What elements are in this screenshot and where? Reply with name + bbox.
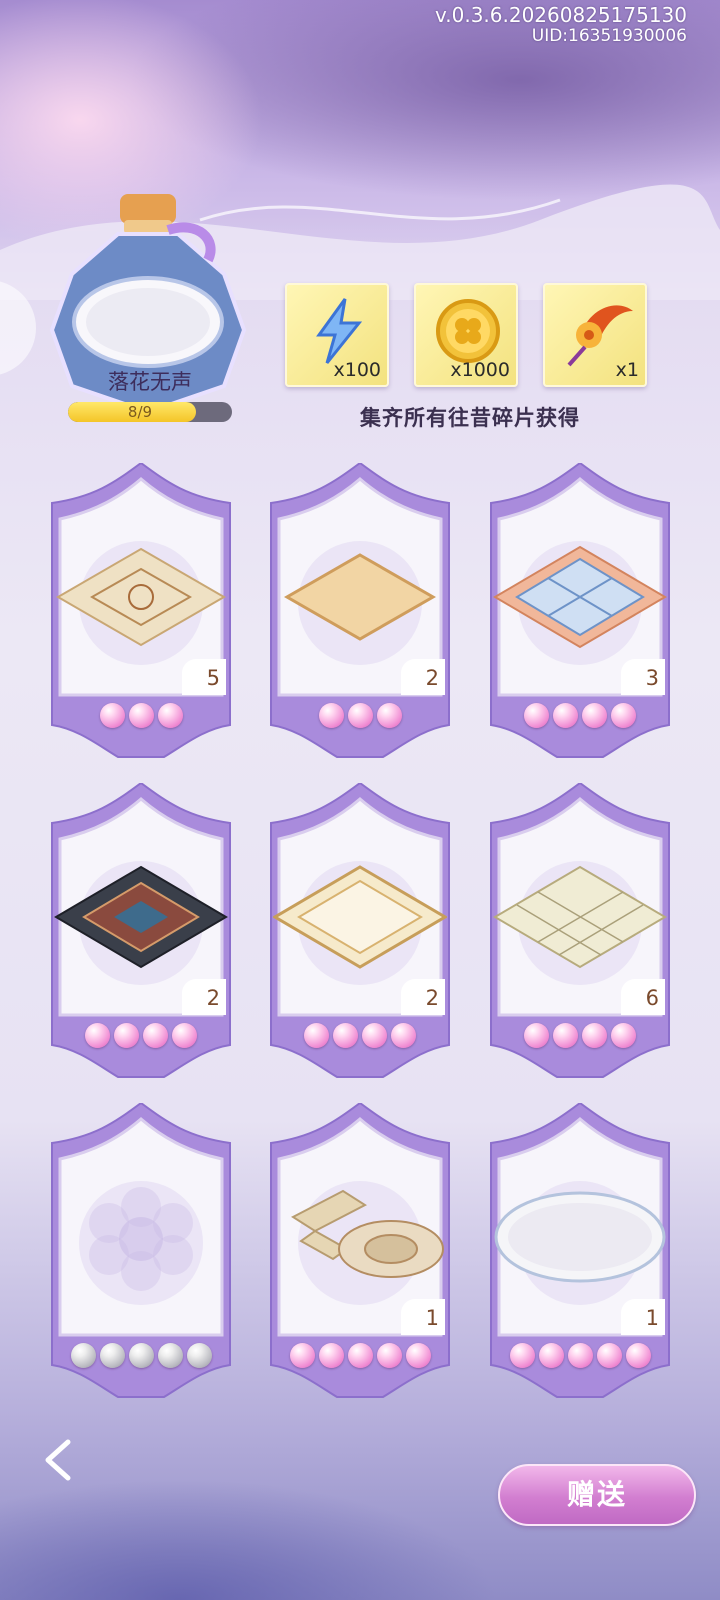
- collection-name: 落花无声: [108, 370, 192, 394]
- pearl-icon: [304, 1023, 329, 1048]
- persian-dark-rug-icon: [54, 865, 228, 969]
- fragment-card[interactable]: 2: [44, 783, 238, 1083]
- fragment-count-badge: 2: [401, 979, 445, 1015]
- pearl-rating: [483, 703, 677, 733]
- fragment-count-badge: 6: [621, 979, 665, 1015]
- pearl-icon: [524, 703, 549, 728]
- pearl-icon: [157, 703, 183, 728]
- fragment-count-badge: 1: [401, 1299, 445, 1335]
- pearl-icon: [391, 1023, 416, 1048]
- reward-coin[interactable]: x1000: [414, 283, 518, 387]
- pearl-icon: [128, 703, 154, 728]
- fragment-count-badge: 1: [621, 1299, 665, 1335]
- fragment-card[interactable]: 1: [263, 1103, 457, 1403]
- fragment-card[interactable]: 1: [483, 1103, 677, 1403]
- pearl-icon: [70, 1343, 96, 1368]
- progress-text: 8/9: [127, 403, 153, 421]
- pearl-rating: [44, 1023, 238, 1053]
- pearl-icon: [582, 1023, 607, 1048]
- cream-ornate-rug-icon: [273, 865, 447, 969]
- fragment-card[interactable]: 2: [263, 783, 457, 1083]
- pearl-icon: [362, 1023, 387, 1048]
- flower-hair-ornament-icon: [567, 305, 633, 367]
- pearl-icon: [567, 1343, 593, 1368]
- blue-tile-rug-icon: [493, 545, 667, 649]
- pearl-icon: [509, 1343, 535, 1368]
- reward-ornament[interactable]: x1: [543, 283, 647, 387]
- fragment-card[interactable]: 2: [263, 463, 457, 763]
- pearl-icon: [376, 1343, 402, 1368]
- round-petal-rug-icon: [494, 1191, 666, 1283]
- pearl-rating: [44, 703, 238, 733]
- pearl-icon: [114, 1023, 139, 1048]
- pearl-icon: [596, 1343, 622, 1368]
- pearl-icon: [186, 1343, 212, 1368]
- pearl-icon: [172, 1023, 197, 1048]
- fragment-count-badge: 5: [182, 659, 226, 695]
- pearl-icon: [99, 1343, 125, 1368]
- pearl-icon: [347, 1343, 373, 1368]
- pearl-icon: [538, 1343, 564, 1368]
- reward-qty: x100: [333, 359, 381, 381]
- plain-tan-rug-icon: [283, 553, 437, 641]
- pearl-icon: [582, 703, 607, 728]
- pearl-icon: [143, 1023, 168, 1048]
- pearl-icon: [611, 703, 636, 728]
- pearl-icon: [625, 1343, 651, 1368]
- fragment-count-badge: 2: [401, 659, 445, 695]
- reward-energy[interactable]: x100: [285, 283, 389, 387]
- pearl-rating: [483, 1343, 677, 1373]
- pearl-rating: [483, 1023, 677, 1053]
- pearl-icon: [347, 703, 373, 728]
- pearl-icon: [333, 1023, 358, 1048]
- pearl-icon: [289, 1343, 315, 1368]
- reward-qty: x1: [615, 359, 639, 381]
- pearl-rating: [263, 1343, 457, 1373]
- pearl-icon: [99, 703, 125, 728]
- pearl-icon: [405, 1343, 431, 1368]
- version-info: v.0.3.6.20260825175130 UID:16351930006: [434, 3, 687, 46]
- stone-path-rug-icon: [291, 1189, 444, 1278]
- lightning-energy-icon: [316, 298, 363, 364]
- pearl-icon: [553, 1023, 578, 1048]
- pearl-rating: [263, 703, 457, 733]
- fragment-count-badge: 3: [621, 659, 665, 695]
- reward-caption: 集齐所有往昔碎片获得: [360, 405, 580, 430]
- uid-text: UID:16351930006: [531, 26, 687, 46]
- reward-qty: x1000: [450, 359, 510, 381]
- pearl-icon: [157, 1343, 183, 1368]
- fragment-card[interactable]: 5: [44, 463, 238, 763]
- version-text: v.0.3.6.20260825175130: [434, 3, 687, 27]
- pearl-icon: [318, 1343, 344, 1368]
- pearl-rating: [263, 1023, 457, 1053]
- chevron-left-icon[interactable]: [30, 1430, 90, 1490]
- pearl-icon: [128, 1343, 154, 1368]
- pearl-rating: [44, 1343, 238, 1373]
- empty-flower-slot-icon: [89, 1187, 193, 1291]
- pearl-icon: [376, 703, 402, 728]
- beige-medallion-rug-icon: [56, 547, 226, 647]
- gift-button[interactable]: 赠送: [498, 1464, 696, 1526]
- pearl-icon: [611, 1023, 636, 1048]
- pearl-icon: [85, 1023, 110, 1048]
- pearl-icon: [524, 1023, 549, 1048]
- collection-progress-bar: 8/9: [68, 402, 232, 422]
- fragment-card[interactable]: 6: [483, 783, 677, 1083]
- fragment-count-badge: 2: [182, 979, 226, 1015]
- pearl-icon: [318, 703, 344, 728]
- lattice-rug-icon: [493, 865, 667, 969]
- clover-gold-coin-icon: [436, 299, 500, 363]
- fragment-card[interactable]: [44, 1103, 238, 1403]
- fragment-card[interactable]: 3: [483, 463, 677, 763]
- pearl-icon: [553, 703, 578, 728]
